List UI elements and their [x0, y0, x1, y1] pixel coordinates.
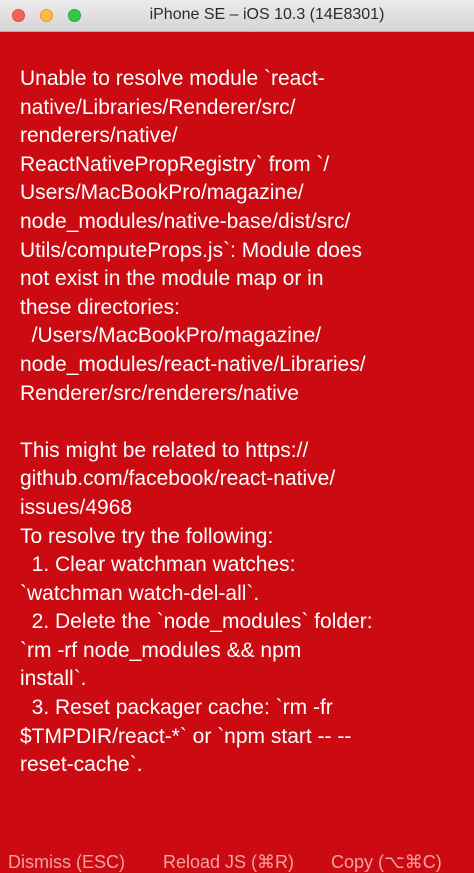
- copy-button[interactable]: Copy (⌥⌘C): [331, 852, 442, 873]
- dismiss-button[interactable]: Dismiss (ESC): [8, 852, 125, 873]
- reload-js-button[interactable]: Reload JS (⌘R): [163, 852, 294, 873]
- simulator-window: iPhone SE – iOS 10.3 (14E8301) Unable to…: [0, 0, 474, 873]
- error-message: Unable to resolve module `react- native/…: [20, 67, 373, 777]
- redbox-footer: Dismiss (ESC) Reload JS (⌘R) Copy (⌥⌘C): [0, 842, 474, 873]
- title-bar: iPhone SE – iOS 10.3 (14E8301): [0, 0, 474, 32]
- window-title: iPhone SE – iOS 10.3 (14E8301): [149, 6, 385, 23]
- red-box-error-screen: Unable to resolve module `react- native/…: [0, 32, 474, 873]
